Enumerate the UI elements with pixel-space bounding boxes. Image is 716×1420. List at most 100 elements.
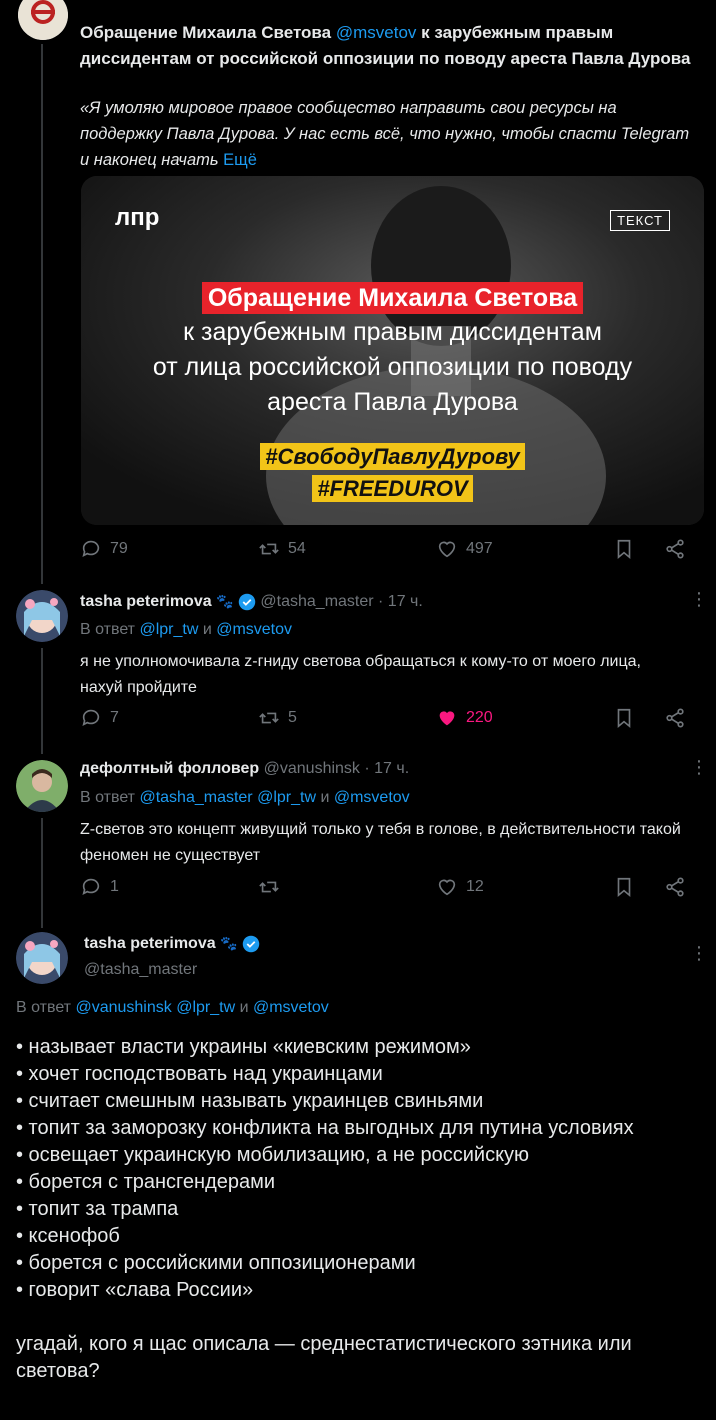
heart-filled-icon — [439, 711, 455, 726]
share-icon — [666, 877, 684, 897]
reply-to-and: и — [198, 621, 217, 638]
bullet-line: • называет власти украины «киевским режи… — [16, 1036, 471, 1058]
image-headline: Обращение Михаила Светова — [201, 282, 584, 314]
share-button[interactable] — [664, 538, 686, 560]
more-options-icon[interactable]: ⋮ — [690, 944, 708, 962]
repost-button[interactable]: 54 — [258, 538, 306, 560]
avatar[interactable] — [16, 760, 68, 812]
image-line-2: от лица российской оппозиции по поводу — [152, 353, 633, 381]
share-icon — [666, 708, 684, 728]
reply-icon — [82, 709, 100, 726]
mention-link[interactable]: @lpr_tw — [139, 621, 198, 638]
display-name[interactable]: дефолтный фолловер — [80, 760, 259, 777]
bullet-line: • хочет господствовать над украинцами — [16, 1063, 383, 1085]
bullet-line: • освещает украинскую мобилизацию, а не … — [16, 1144, 530, 1166]
bookmark-button[interactable] — [613, 876, 635, 898]
mention-link[interactable]: @lpr_tw — [176, 999, 235, 1016]
repost-button[interactable] — [258, 876, 288, 898]
title-text: Обращение Михаила Светова — [80, 23, 336, 42]
paw-emoji-icon: 🐾 — [220, 935, 238, 952]
reply-icon — [82, 540, 100, 557]
like-button[interactable]: 220 — [436, 707, 493, 729]
display-name[interactable]: tasha peterimova — [84, 935, 216, 952]
bullet-line: • борется с российскими оппозиционерами — [16, 1252, 416, 1274]
thread-line-3 — [41, 818, 43, 928]
mention-link[interactable]: @vanushinsk — [75, 999, 171, 1016]
more-options-icon[interactable]: ⋮ — [690, 590, 708, 608]
post-text: Z-светов это концепт живущий только у те… — [80, 821, 681, 864]
heart-icon — [438, 541, 456, 558]
mention-link[interactable]: @msvetov — [253, 999, 329, 1016]
mention-link[interactable]: @msvetov — [334, 789, 410, 806]
post-text: я не уполномочивала z-гниду светова обра… — [80, 653, 641, 696]
bullet-line: • топит за заморозку конфликта на выгодн… — [16, 1117, 634, 1139]
action-bar: 1 12 — [80, 876, 696, 906]
repost-button[interactable]: 5 — [258, 707, 297, 729]
reply-to-label: В ответ — [16, 999, 76, 1016]
reply-to-and: и — [235, 999, 253, 1016]
display-name[interactable]: tasha peterimova — [80, 593, 212, 610]
repost-icon — [259, 881, 279, 893]
handle[interactable]: @tasha_master — [84, 961, 716, 979]
handle-and-time: @vanushinsk · 17 ч. — [263, 760, 410, 777]
avatar[interactable] — [16, 590, 68, 642]
reply-button[interactable]: 1 — [80, 876, 119, 898]
reply-icon — [82, 878, 100, 895]
bookmark-button[interactable] — [613, 707, 635, 729]
handle-and-time: @tasha_master · 17 ч. — [260, 593, 423, 611]
repost-icon — [259, 712, 279, 724]
thread-line-2 — [41, 648, 43, 754]
mention-link[interactable]: @msvetov — [216, 621, 292, 638]
anime-avatar-icon — [16, 932, 68, 984]
like-button[interactable]: 497 — [436, 538, 493, 560]
share-icon — [666, 539, 684, 559]
hashtag-2: #FREEDUROV — [312, 475, 473, 502]
text-badge: ТЕКСТ — [610, 210, 670, 231]
bookmark-icon — [617, 877, 631, 898]
reply-to-line: В ответ @vanushinsk @lpr_tw и @msvetov — [16, 999, 716, 1017]
action-bar: 79 54 497 — [80, 538, 696, 568]
like-count: 497 — [466, 540, 493, 557]
mention-link[interactable]: @tasha_master — [139, 789, 252, 806]
mention-link[interactable]: @lpr_tw — [257, 789, 316, 806]
post-header: tasha peterimova 🐾 — [84, 935, 716, 953]
repost-icon — [259, 543, 279, 555]
bookmark-icon — [617, 708, 631, 729]
bullet-line: • считает смешным называть украинцев сви… — [16, 1090, 484, 1112]
bullet-line: • говорит «слава России» — [16, 1279, 254, 1301]
reply-to-line: В ответ @tasha_master @lpr_tw и @msvetov — [80, 789, 716, 807]
logo-text: лпр — [115, 204, 160, 231]
reply-button[interactable]: 79 — [80, 538, 128, 560]
post-image[interactable]: лпр ТЕКСТ Обращение Михаила Светова к за… — [81, 176, 704, 525]
share-button[interactable] — [664, 707, 686, 729]
like-count: 220 — [466, 709, 493, 726]
hashtag-1: #СвободуПавлуДурову — [260, 443, 525, 470]
mention-link[interactable]: @msvetov — [336, 23, 417, 42]
reply-count: 1 — [110, 878, 119, 895]
bookmark-button[interactable] — [613, 538, 635, 560]
share-button[interactable] — [664, 876, 686, 898]
reply-to-label: В ответ — [80, 621, 140, 638]
lpr-logo-icon — [18, 0, 68, 40]
like-button[interactable]: 12 — [436, 876, 484, 898]
bookmark-icon — [617, 539, 631, 560]
closing-question: угадай, кого я щас описала — среднестати… — [16, 1333, 632, 1382]
quote-text: «Я умоляю мировое правое сообщество напр… — [80, 95, 700, 173]
image-line-1: к зарубежным правым диссидентам — [183, 318, 602, 346]
bullet-line: • топит за трампа — [16, 1198, 179, 1220]
avatar[interactable] — [16, 932, 68, 984]
post-header: tasha peterimova 🐾 @tasha_master · 17 ч. — [80, 593, 716, 611]
action-bar: 7 5 220 — [80, 707, 696, 737]
repost-count: 5 — [288, 709, 297, 726]
more-options-icon[interactable]: ⋮ — [690, 758, 708, 776]
anime-avatar-icon — [16, 590, 68, 642]
show-more-link[interactable]: Ещё — [223, 151, 257, 169]
thread-line-1 — [41, 44, 43, 584]
post-header: дефолтный фолловер @vanushinsk · 17 ч. — [80, 760, 716, 778]
reply-to-line: В ответ @lpr_tw и @msvetov — [80, 621, 716, 639]
reply-button[interactable]: 7 — [80, 707, 119, 729]
paw-emoji-icon: 🐾 — [216, 593, 234, 610]
reply-to-label: В ответ — [80, 789, 140, 806]
post-body: • называет власти украины «киевским режи… — [16, 1034, 692, 1385]
avatar[interactable] — [18, 0, 68, 40]
